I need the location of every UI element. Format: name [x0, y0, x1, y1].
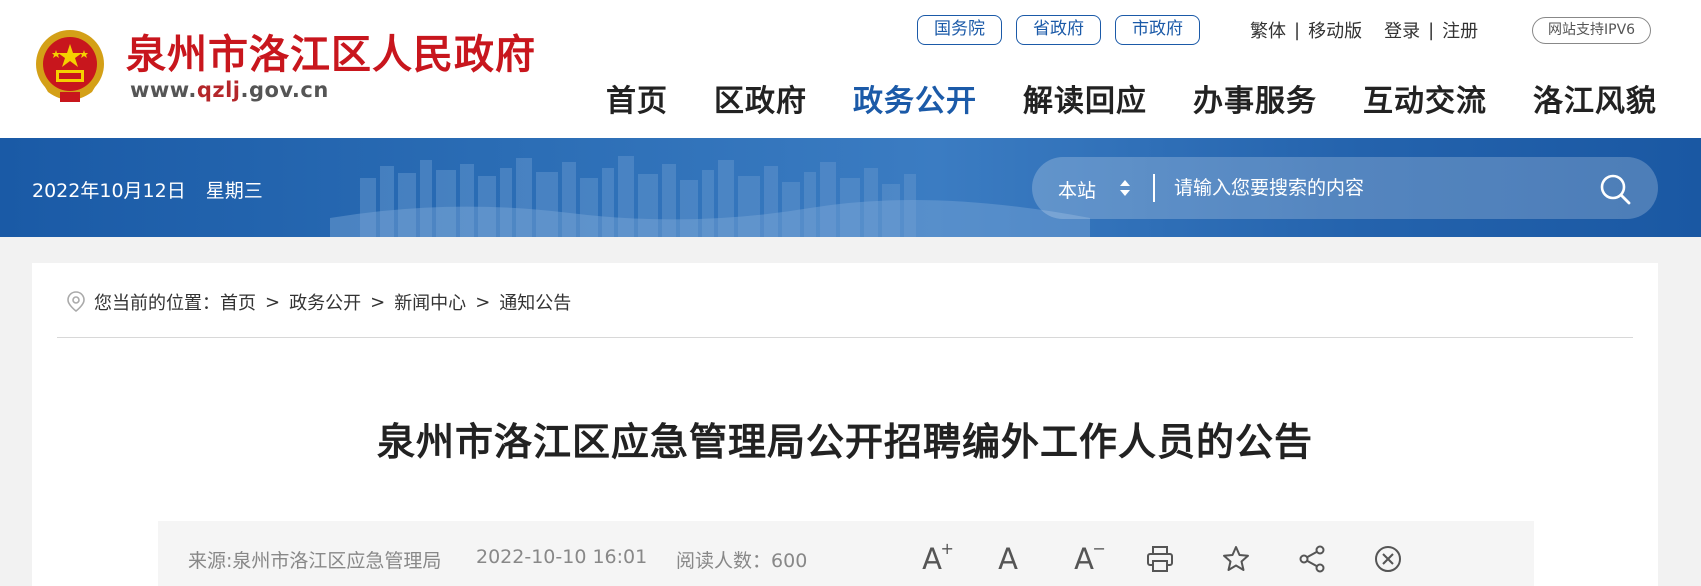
font-decrease-button[interactable]: A − — [1064, 539, 1106, 579]
search-box: 本站 — [1032, 157, 1658, 219]
search-scope-select[interactable]: 本站 — [1058, 176, 1096, 203]
print-button[interactable] — [1140, 539, 1180, 579]
font-increase-icon: A + — [922, 540, 954, 576]
article-meta-bar: 来源:泉州市洛江区应急管理局 2022-10-10 16:01 阅读人数：600… — [158, 521, 1534, 586]
breadcrumb-separator: > — [265, 291, 281, 313]
register-link[interactable]: 注册 — [1442, 17, 1478, 43]
main-nav: 首页 区政府 政务公开 解读回应 办事服务 互动交流 洛江风貌 — [606, 76, 1657, 120]
site-url-prefix: www. — [130, 78, 197, 102]
breadcrumb-news-center[interactable]: 新闻中心 — [394, 289, 466, 315]
site-url-suffix: .gov.cn — [240, 78, 329, 102]
font-decrease-letter: A — [1074, 541, 1094, 576]
mobile-version-link[interactable]: 移动版 — [1308, 17, 1362, 43]
font-decrease-sign: − — [1092, 538, 1106, 558]
date-text: 2022年10月12日 — [32, 180, 186, 202]
nav-item-interpretation[interactable]: 解读回应 — [1023, 76, 1147, 120]
traditional-chinese-link[interactable]: 繁体 — [1250, 17, 1286, 43]
article-card: 您当前的位置： 首页 > 政务公开 > 新闻中心 > 通知公告 泉州市洛江区应急… — [32, 263, 1658, 586]
utility-links: 繁体 | 移动版 登录 | 注册 — [1250, 17, 1478, 43]
font-decrease-icon: A − — [1074, 540, 1106, 576]
gov-link-city[interactable]: 市政府 — [1115, 15, 1200, 45]
breadcrumb-notices[interactable]: 通知公告 — [499, 289, 571, 315]
views-count: 600 — [771, 550, 808, 572]
close-circle-icon — [1375, 546, 1401, 572]
banner: 2022年10月12日 星期三 本站 — [0, 138, 1701, 237]
breadcrumb-prefix: 您当前的位置： — [94, 293, 220, 314]
breadcrumb-gov-affairs[interactable]: 政务公开 — [289, 289, 361, 315]
site-name[interactable]: 泉州市洛江区人民政府 — [126, 22, 536, 80]
separator: | — [1294, 19, 1301, 41]
site-header: 泉州市洛江区人民政府 www.qzlj.gov.cn 国务院 省政府 市政府 繁… — [0, 0, 1701, 138]
share-button[interactable] — [1292, 539, 1332, 579]
search-input[interactable] — [1174, 169, 1574, 207]
search-icon[interactable] — [1598, 172, 1632, 206]
font-normal-button[interactable]: A — [988, 539, 1028, 579]
login-link[interactable]: 登录 — [1384, 17, 1420, 43]
sort-arrows-icon[interactable] — [1118, 177, 1132, 199]
star-icon — [1223, 546, 1249, 571]
nav-item-home[interactable]: 首页 — [606, 76, 668, 120]
breadcrumb-home[interactable]: 首页 — [220, 289, 256, 315]
nav-item-gov-affairs[interactable]: 政务公开 — [853, 76, 977, 120]
national-emblem-icon[interactable] — [32, 26, 108, 106]
nav-item-district-gov[interactable]: 区政府 — [714, 76, 807, 120]
current-date: 2022年10月12日 星期三 — [32, 176, 263, 203]
gov-links: 国务院 省政府 市政府 — [917, 15, 1200, 45]
gov-link-province[interactable]: 省政府 — [1016, 15, 1101, 45]
nav-item-scenery[interactable]: 洛江风貌 — [1533, 76, 1657, 120]
article-datetime: 2022-10-10 16:01 — [476, 546, 648, 568]
breadcrumb: 您当前的位置： 首页 > 政务公开 > 新闻中心 > 通知公告 — [66, 289, 571, 315]
font-increase-letter: A — [922, 541, 942, 576]
article-source: 来源:泉州市洛江区应急管理局 — [188, 550, 442, 572]
print-icon — [1147, 546, 1173, 572]
weekday-text: 星期三 — [205, 180, 263, 202]
site-url[interactable]: www.qzlj.gov.cn — [130, 78, 329, 102]
breadcrumb-separator: > — [370, 291, 386, 313]
search-divider — [1153, 174, 1155, 202]
city-skyline-image — [330, 156, 1090, 237]
favorite-button[interactable] — [1216, 539, 1256, 579]
font-normal-icon: A — [998, 541, 1018, 576]
article-title: 泉州市洛江区应急管理局公开招聘编外工作人员的公告 — [376, 420, 1313, 464]
separator: | — [1428, 19, 1435, 41]
share-icon — [1299, 545, 1325, 573]
close-button[interactable] — [1368, 539, 1408, 579]
font-increase-sign: + — [940, 538, 954, 558]
site-url-accent: qzlj — [196, 78, 241, 102]
article-views: 阅读人数：600 — [676, 546, 807, 573]
breadcrumb-separator: > — [475, 291, 491, 313]
gov-link-state-council[interactable]: 国务院 — [917, 15, 1002, 45]
nav-item-interaction[interactable]: 互动交流 — [1363, 76, 1487, 120]
breadcrumb-divider — [57, 337, 1633, 338]
font-increase-button[interactable]: A + — [912, 539, 954, 579]
views-label: 阅读人数： — [676, 550, 772, 572]
nav-item-services[interactable]: 办事服务 — [1193, 76, 1317, 120]
ipv6-badge[interactable]: 网站支持IPV6 — [1532, 17, 1652, 44]
location-pin-icon — [67, 291, 85, 313]
